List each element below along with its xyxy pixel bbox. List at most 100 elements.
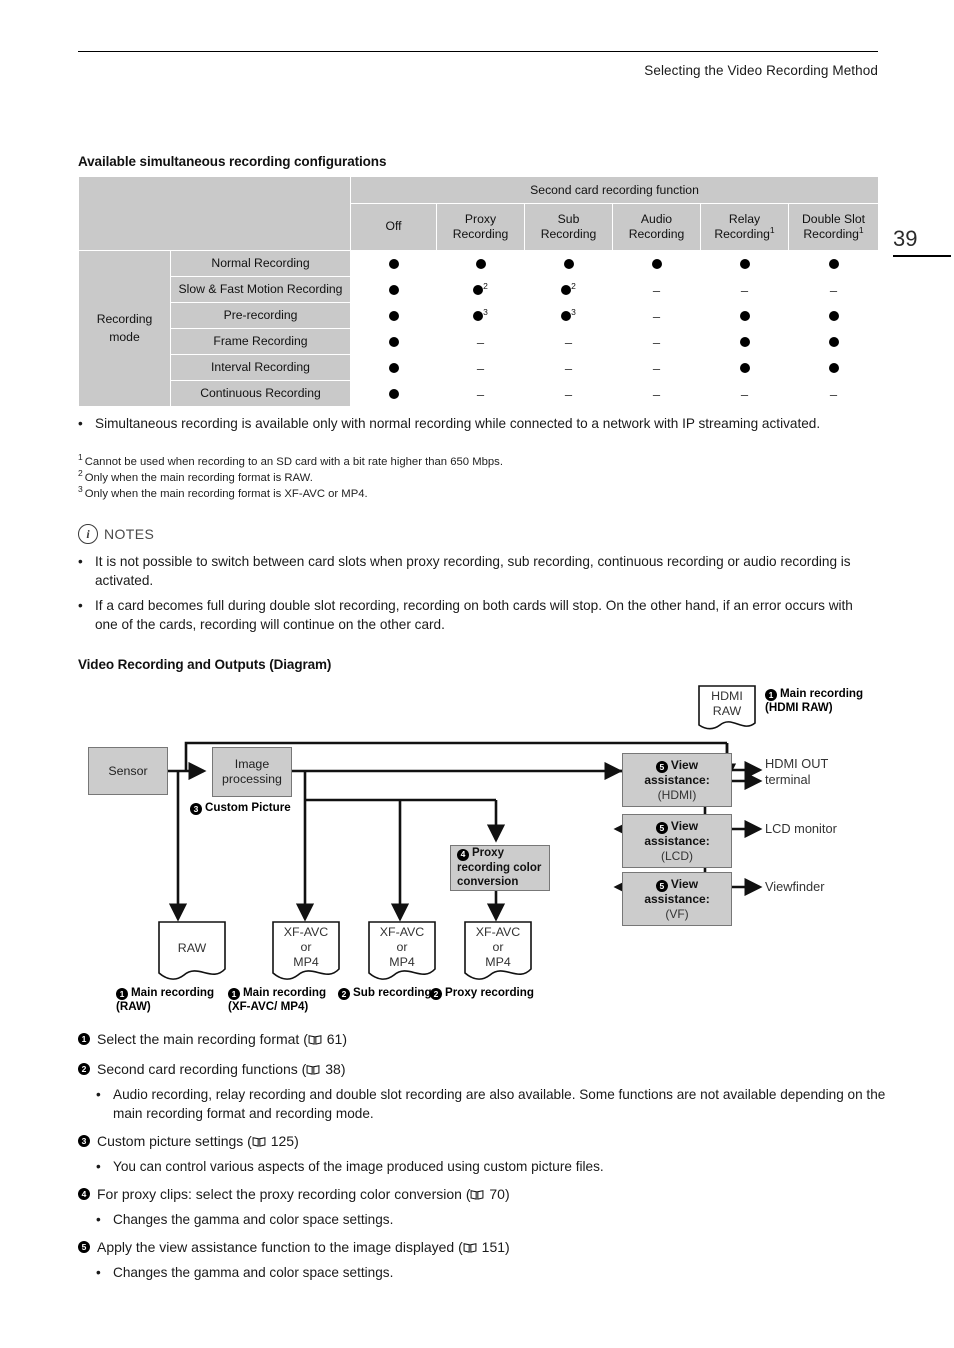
callout-number-5: 5 (655, 761, 668, 774)
unavailable-dash: – (476, 334, 485, 350)
book-icon (252, 1137, 266, 1147)
table-cell: – (436, 328, 525, 355)
page-reference: 61 (326, 1031, 343, 1047)
notes-item-text: It is not possible to switch between car… (95, 554, 851, 588)
legend-item-1-text: Select the main recording format ( 61) (97, 1030, 898, 1049)
footnote-2: 2 Only when the main recording format is … (78, 469, 313, 486)
notes-label: NOTES (104, 526, 155, 542)
table-cell (787, 354, 880, 381)
table-cell: – (612, 380, 701, 407)
callout-number-2: 2 (338, 988, 350, 1001)
available-dot (828, 363, 839, 374)
doc-line2: or (300, 940, 312, 955)
legend-item-4-subbullet: • Changes the gamma and color space sett… (96, 1210, 886, 1229)
book-icon (308, 1035, 322, 1045)
callout-number-2: 2 (78, 1063, 90, 1075)
proxy-conv-line3: conversion (457, 876, 519, 889)
output-line1: HDMI OUT (765, 756, 829, 771)
unavailable-dash: – (829, 282, 838, 298)
table-cell: – (524, 354, 613, 381)
cell-footnote-marker: 2 (483, 280, 488, 291)
diagram-box-proxy-color-conversion: 4 Proxy recording color conversion (450, 845, 550, 891)
table-cell: – (787, 380, 880, 407)
available-dot (388, 311, 399, 322)
legend-item-5-text: Apply the view assistance function to th… (97, 1238, 898, 1257)
available-dot (828, 259, 839, 270)
view-assist-title: View (670, 757, 699, 772)
doc-line2: or (396, 940, 408, 955)
bullet-marker: • (96, 1159, 101, 1174)
table-cell (350, 328, 437, 355)
diagram-output-viewfinder: Viewfinder (765, 879, 825, 895)
available-dot (739, 311, 750, 322)
notes-heading: i NOTES (78, 524, 154, 544)
proxy-conv-line1: Proxy (472, 847, 504, 860)
col-header-line1: Audio (640, 211, 673, 226)
table-col-header-sub-recording: Sub Recording (524, 203, 613, 251)
table-row-label: Normal Recording (170, 250, 351, 277)
table-cell (700, 250, 789, 277)
available-dot (473, 285, 484, 296)
col-header-line2: Recording (452, 227, 509, 241)
available-dot (828, 311, 839, 322)
legend-item-2: 2 Second card recording functions ( 38) (78, 1060, 898, 1079)
view-assist-title: View (670, 818, 699, 833)
legend-item-2-text: Second card recording functions ( 38) (97, 1060, 898, 1079)
unavailable-dash: – (652, 386, 661, 402)
table-col-header-proxy-recording: Proxy Recording (436, 203, 525, 251)
legend-text-after: ) (505, 1239, 510, 1255)
output-line2: terminal (765, 771, 811, 787)
table-cell (700, 302, 789, 329)
unavailable-dash: – (564, 360, 573, 376)
cell-footnote-marker: 3 (483, 306, 488, 317)
legend-item-1: 1 Select the main recording format ( 61) (78, 1030, 898, 1049)
table-row-label: Continuous Recording (170, 380, 351, 407)
image-processing-line2: processing (222, 772, 282, 786)
caption-line1: Main recording (131, 986, 215, 999)
doc-line1: RAW (177, 941, 207, 955)
table-cell: – (436, 354, 525, 381)
table-cell (787, 328, 880, 355)
legend-item-5: 5 Apply the view assistance function to … (78, 1238, 898, 1257)
info-circle-icon: i (78, 524, 98, 544)
table-col-header-off: Off (350, 203, 437, 251)
diagram-caption-custom-picture: 3 Custom Picture (190, 801, 291, 816)
available-dot (388, 285, 399, 296)
legend-item-3-text: Custom picture settings ( 125) (97, 1132, 898, 1151)
table-cell: – (612, 276, 701, 303)
table-cell (350, 250, 437, 277)
table-cell: – (524, 328, 613, 355)
table-col-header-relay-recording: Relay Recording1 (700, 203, 789, 251)
table-cell (612, 250, 701, 277)
available-dot (388, 337, 399, 348)
available-dot (563, 259, 574, 270)
table-cell: – (436, 380, 525, 407)
table-cell: 2 (436, 276, 525, 303)
notes-item: • It is not possible to switch between c… (78, 552, 878, 590)
view-assist-title: View (670, 876, 699, 891)
hdmi-raw-line2: RAW (712, 704, 742, 719)
unavailable-dash: – (652, 334, 661, 350)
doc-line1: XF-AVC (475, 925, 521, 939)
col-header-line2: Recording (803, 227, 859, 241)
table-row: Continuous Recording – – – – – (79, 380, 880, 407)
legend-item-4-text: For proxy clips: select the proxy record… (97, 1185, 898, 1204)
header-rule (78, 51, 878, 52)
diagram-box-view-assistance-vf: 5 View assistance: (VF) (622, 872, 732, 926)
table-row: Interval Recording – – – (79, 354, 880, 381)
callout-number-1: 1 (78, 1033, 90, 1045)
table-cell: – (524, 380, 613, 407)
legend-text-before: Custom picture settings ( (97, 1133, 252, 1149)
available-dot (739, 337, 750, 348)
table-header-row-group: Second card recording function (78, 176, 880, 251)
table-cell (787, 302, 880, 329)
table-row-label: Pre-recording (170, 302, 351, 329)
legend-text-after: ) (340, 1061, 346, 1077)
legend-item-3-subbullet: • You can control various aspects of the… (96, 1157, 886, 1176)
diagram-caption-proxy-recording: 2 Proxy recording (430, 986, 534, 1001)
page-reference: 125 (270, 1133, 295, 1149)
table-cell: – (700, 380, 789, 407)
footnote-text: Cannot be used when recording to an SD c… (84, 456, 503, 468)
table-cell (524, 250, 613, 277)
doc-label-main-xfavc: XF-AVC or MP4 (272, 925, 340, 970)
